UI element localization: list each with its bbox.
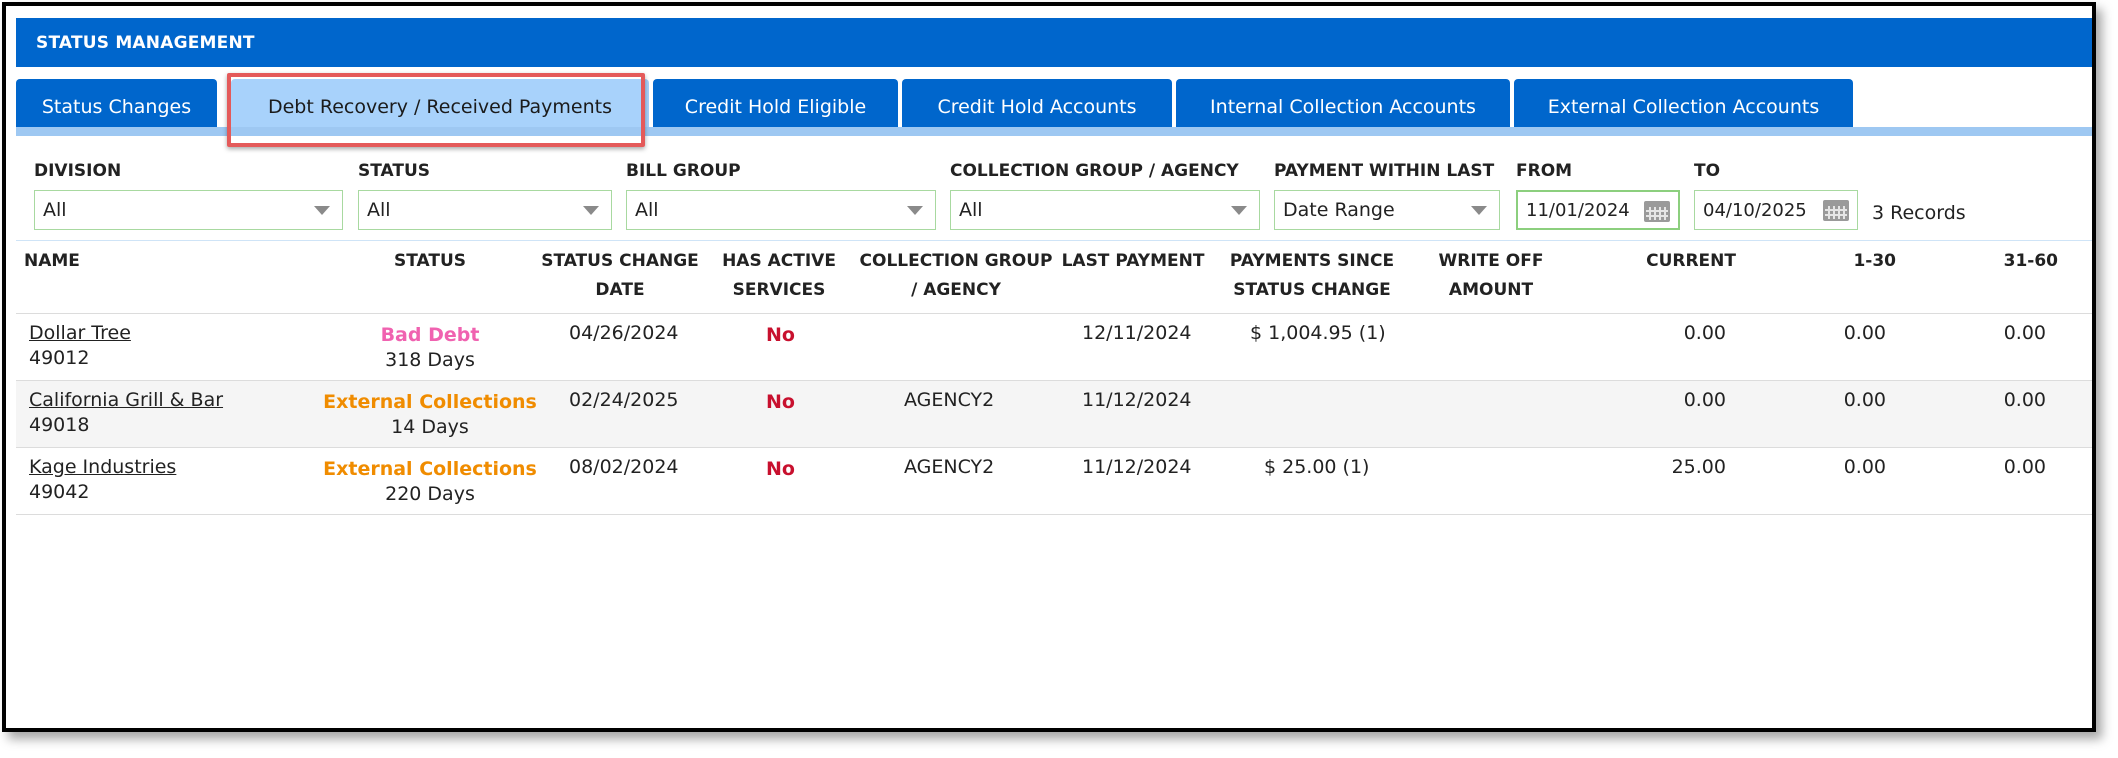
status-select[interactable]: All (358, 190, 612, 230)
account-id: 49018 (29, 414, 90, 436)
account-id: 49012 (29, 347, 90, 369)
table-row[interactable] (16, 314, 2092, 380)
header-line: SERVICES (732, 280, 826, 300)
calendar-icon[interactable] (1823, 200, 1849, 221)
last-payment: 11/12/2024 (1082, 389, 1192, 411)
tab-bar: Status Changes Debt Recovery / Received … (16, 67, 2092, 136)
payment-within-value: Date Range (1283, 199, 1395, 221)
header-line: / AGENCY (911, 280, 1001, 300)
division-value: All (43, 199, 67, 221)
payment-within-label: PAYMENT WITHIN LAST (1274, 161, 1495, 181)
bill-group-value: All (635, 199, 659, 221)
header-line: STATUS CHANGE (1233, 280, 1391, 300)
status-days: 318 Days (385, 349, 475, 371)
to-date-input[interactable]: 04/10/2025 (1694, 190, 1858, 230)
row-divider (16, 514, 2092, 515)
has-active-services: No (766, 458, 795, 480)
chevron-down-icon (1231, 206, 1247, 215)
header-status-change-date[interactable]: STATUS CHANGE DATE (538, 247, 702, 305)
account-name-link[interactable]: California Grill & Bar (29, 389, 223, 411)
chevron-down-icon (583, 206, 599, 215)
has-active-services: No (766, 324, 795, 346)
status-label: STATUS (358, 161, 431, 181)
collection-group: AGENCY2 (904, 456, 995, 478)
header-line: COLLECTION GROUP (859, 251, 1053, 271)
collection-group-value: All (959, 199, 983, 221)
status-badge: External Collections (323, 391, 537, 413)
status-change-date: 08/02/2024 (569, 456, 679, 478)
current-amount: 0.00 (1683, 322, 1726, 344)
filter-divider (16, 240, 2092, 241)
division-select[interactable]: All (34, 190, 343, 230)
header-payments-since[interactable]: PAYMENTS SINCE STATUS CHANGE (1226, 247, 1398, 305)
to-date-value: 04/10/2025 (1703, 199, 1807, 221)
collection-group: AGENCY2 (904, 389, 995, 411)
from-label: FROM (1516, 161, 1573, 181)
header-current[interactable]: CURRENT (1636, 247, 1736, 276)
chevron-down-icon (1471, 206, 1487, 215)
header-line: DATE (595, 280, 645, 300)
amount-1-30: 0.00 (1843, 389, 1886, 411)
tab-underline (16, 127, 2092, 136)
header-name[interactable]: NAME (24, 247, 80, 276)
header-line: AMOUNT (1448, 280, 1534, 300)
header-status[interactable]: STATUS (380, 247, 480, 276)
last-payment: 11/12/2024 (1082, 456, 1192, 478)
header-collection-group[interactable]: COLLECTION GROUP / AGENCY (858, 247, 1054, 305)
account-name-link[interactable]: Kage Industries (29, 456, 176, 478)
has-active-services: No (766, 391, 795, 413)
amount-1-30: 0.00 (1843, 456, 1886, 478)
status-badge: External Collections (323, 458, 537, 480)
status-days: 220 Days (385, 483, 475, 505)
amount-31-60: 0.00 (2003, 456, 2046, 478)
page-title: STATUS MANAGEMENT (16, 18, 2092, 67)
status-management-window: STATUS MANAGEMENT Status Changes Debt Re… (2, 2, 2096, 732)
payments-since: $ 1,004.95 (1) (1250, 322, 1386, 344)
amount-1-30: 0.00 (1843, 322, 1886, 344)
header-1-30[interactable]: 1-30 (1826, 247, 1896, 276)
amount-31-60: 0.00 (2003, 322, 2046, 344)
from-date-value: 11/01/2024 (1526, 199, 1630, 221)
header-last-payment[interactable]: LAST PAYMENT (1060, 247, 1206, 276)
amount-31-60: 0.00 (2003, 389, 2046, 411)
current-amount: 25.00 (1671, 456, 1726, 478)
header-write-off-amount[interactable]: WRITE OFF AMOUNT (1426, 247, 1556, 305)
status-change-date: 02/24/2025 (569, 389, 679, 411)
status-change-date: 04/26/2024 (569, 322, 679, 344)
collection-group-select[interactable]: All (950, 190, 1260, 230)
header-line: WRITE OFF (1438, 251, 1544, 271)
to-label: TO (1694, 161, 1721, 181)
bill-group-label: BILL GROUP (626, 161, 741, 181)
status-badge: Bad Debt (380, 324, 480, 346)
collection-group-label: COLLECTION GROUP / AGENCY (950, 161, 1239, 181)
chevron-down-icon (907, 206, 923, 215)
from-date-input[interactable]: 11/01/2024 (1516, 190, 1680, 230)
header-line: PAYMENTS SINCE (1229, 251, 1395, 271)
last-payment: 12/11/2024 (1082, 322, 1192, 344)
chevron-down-icon (314, 206, 330, 215)
division-label: DIVISION (34, 161, 122, 181)
status-days: 14 Days (391, 416, 469, 438)
account-id: 49042 (29, 481, 90, 503)
header-line: HAS ACTIVE (722, 251, 836, 271)
current-amount: 0.00 (1683, 389, 1726, 411)
bill-group-select[interactable]: All (626, 190, 936, 230)
account-name-link[interactable]: Dollar Tree (29, 322, 131, 344)
calendar-icon[interactable] (1644, 201, 1670, 222)
records-count: 3 Records (1872, 202, 1966, 224)
header-line: STATUS CHANGE (541, 251, 699, 271)
payments-since: $ 25.00 (1) (1264, 456, 1370, 478)
header-has-active-services[interactable]: HAS ACTIVE SERVICES (714, 247, 844, 305)
header-31-60[interactable]: 31-60 (1976, 247, 2058, 276)
payment-within-select[interactable]: Date Range (1274, 190, 1500, 230)
status-value: All (367, 199, 391, 221)
